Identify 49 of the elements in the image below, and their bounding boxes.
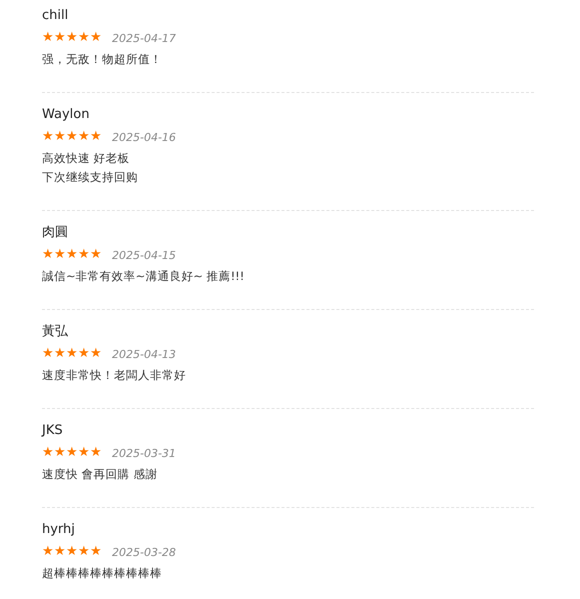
star-icon: ★ [54,31,66,45]
star-icon: ★ [66,31,78,45]
review-text: 速度非常快！老闆人非常好 [42,367,187,384]
star-icon: ★ [54,545,66,559]
star-icon: ★ [78,545,90,559]
star-icon: ★ [78,347,90,361]
star-icon: ★ [78,248,90,262]
review-text: 超棒棒棒棒棒棒棒棒棒 [42,565,163,582]
star-icon: ★ [66,446,78,460]
star-icon: ★ [42,347,54,361]
star-icon: ★ [42,130,54,144]
star-icon: ★ [66,347,78,361]
star-icon: ★ [78,446,90,460]
review-date: 2025-04-15 [112,248,176,262]
reviewer-name: 黃弘 [42,323,69,341]
star-icon: ★ [66,248,78,262]
star-icon: ★ [54,130,66,144]
review-text: 誠信~非常有效率~溝通良好~ 推薦!!! [42,268,246,285]
reviewer-name: hyrhj [42,521,76,539]
star-icon: ★ [66,545,78,559]
star-icon: ★ [54,347,66,361]
star-icon: ★ [90,446,102,460]
star-icon: ★ [54,248,66,262]
star-icon: ★ [78,31,90,45]
star-icon: ★ [66,130,78,144]
review-text: 下次继续支持回购 [42,169,139,186]
reviewer-name: chill [42,7,70,25]
review-date: 2025-04-17 [112,32,176,44]
review-date: 2025-03-28 [112,546,176,558]
review-text: 强，无敌！物超所值！ [42,51,163,68]
star-icon: ★ [42,31,54,45]
star-icon: ★ [90,545,102,559]
reviewer-name: 肉圓 [42,224,69,242]
review-date: 2025-04-13 [112,348,176,360]
reviewer-name: Waylon [42,106,90,124]
review-date: 2025-04-16 [112,130,176,144]
review-text: 高效快速 好老板 [42,150,131,167]
reviewer-name: JKS [42,422,64,440]
star-icon: ★ [42,248,54,262]
star-icon: ★ [42,545,54,559]
star-icon: ★ [42,446,54,460]
star-icon: ★ [78,130,90,144]
star-icon: ★ [90,130,102,144]
star-icon: ★ [54,446,66,460]
star-icon: ★ [90,248,102,262]
star-icon: ★ [90,347,102,361]
review-date: 2025-03-31 [112,446,176,460]
star-icon: ★ [90,31,102,45]
review-text: 速度快 會再回購 感謝 [42,466,158,483]
